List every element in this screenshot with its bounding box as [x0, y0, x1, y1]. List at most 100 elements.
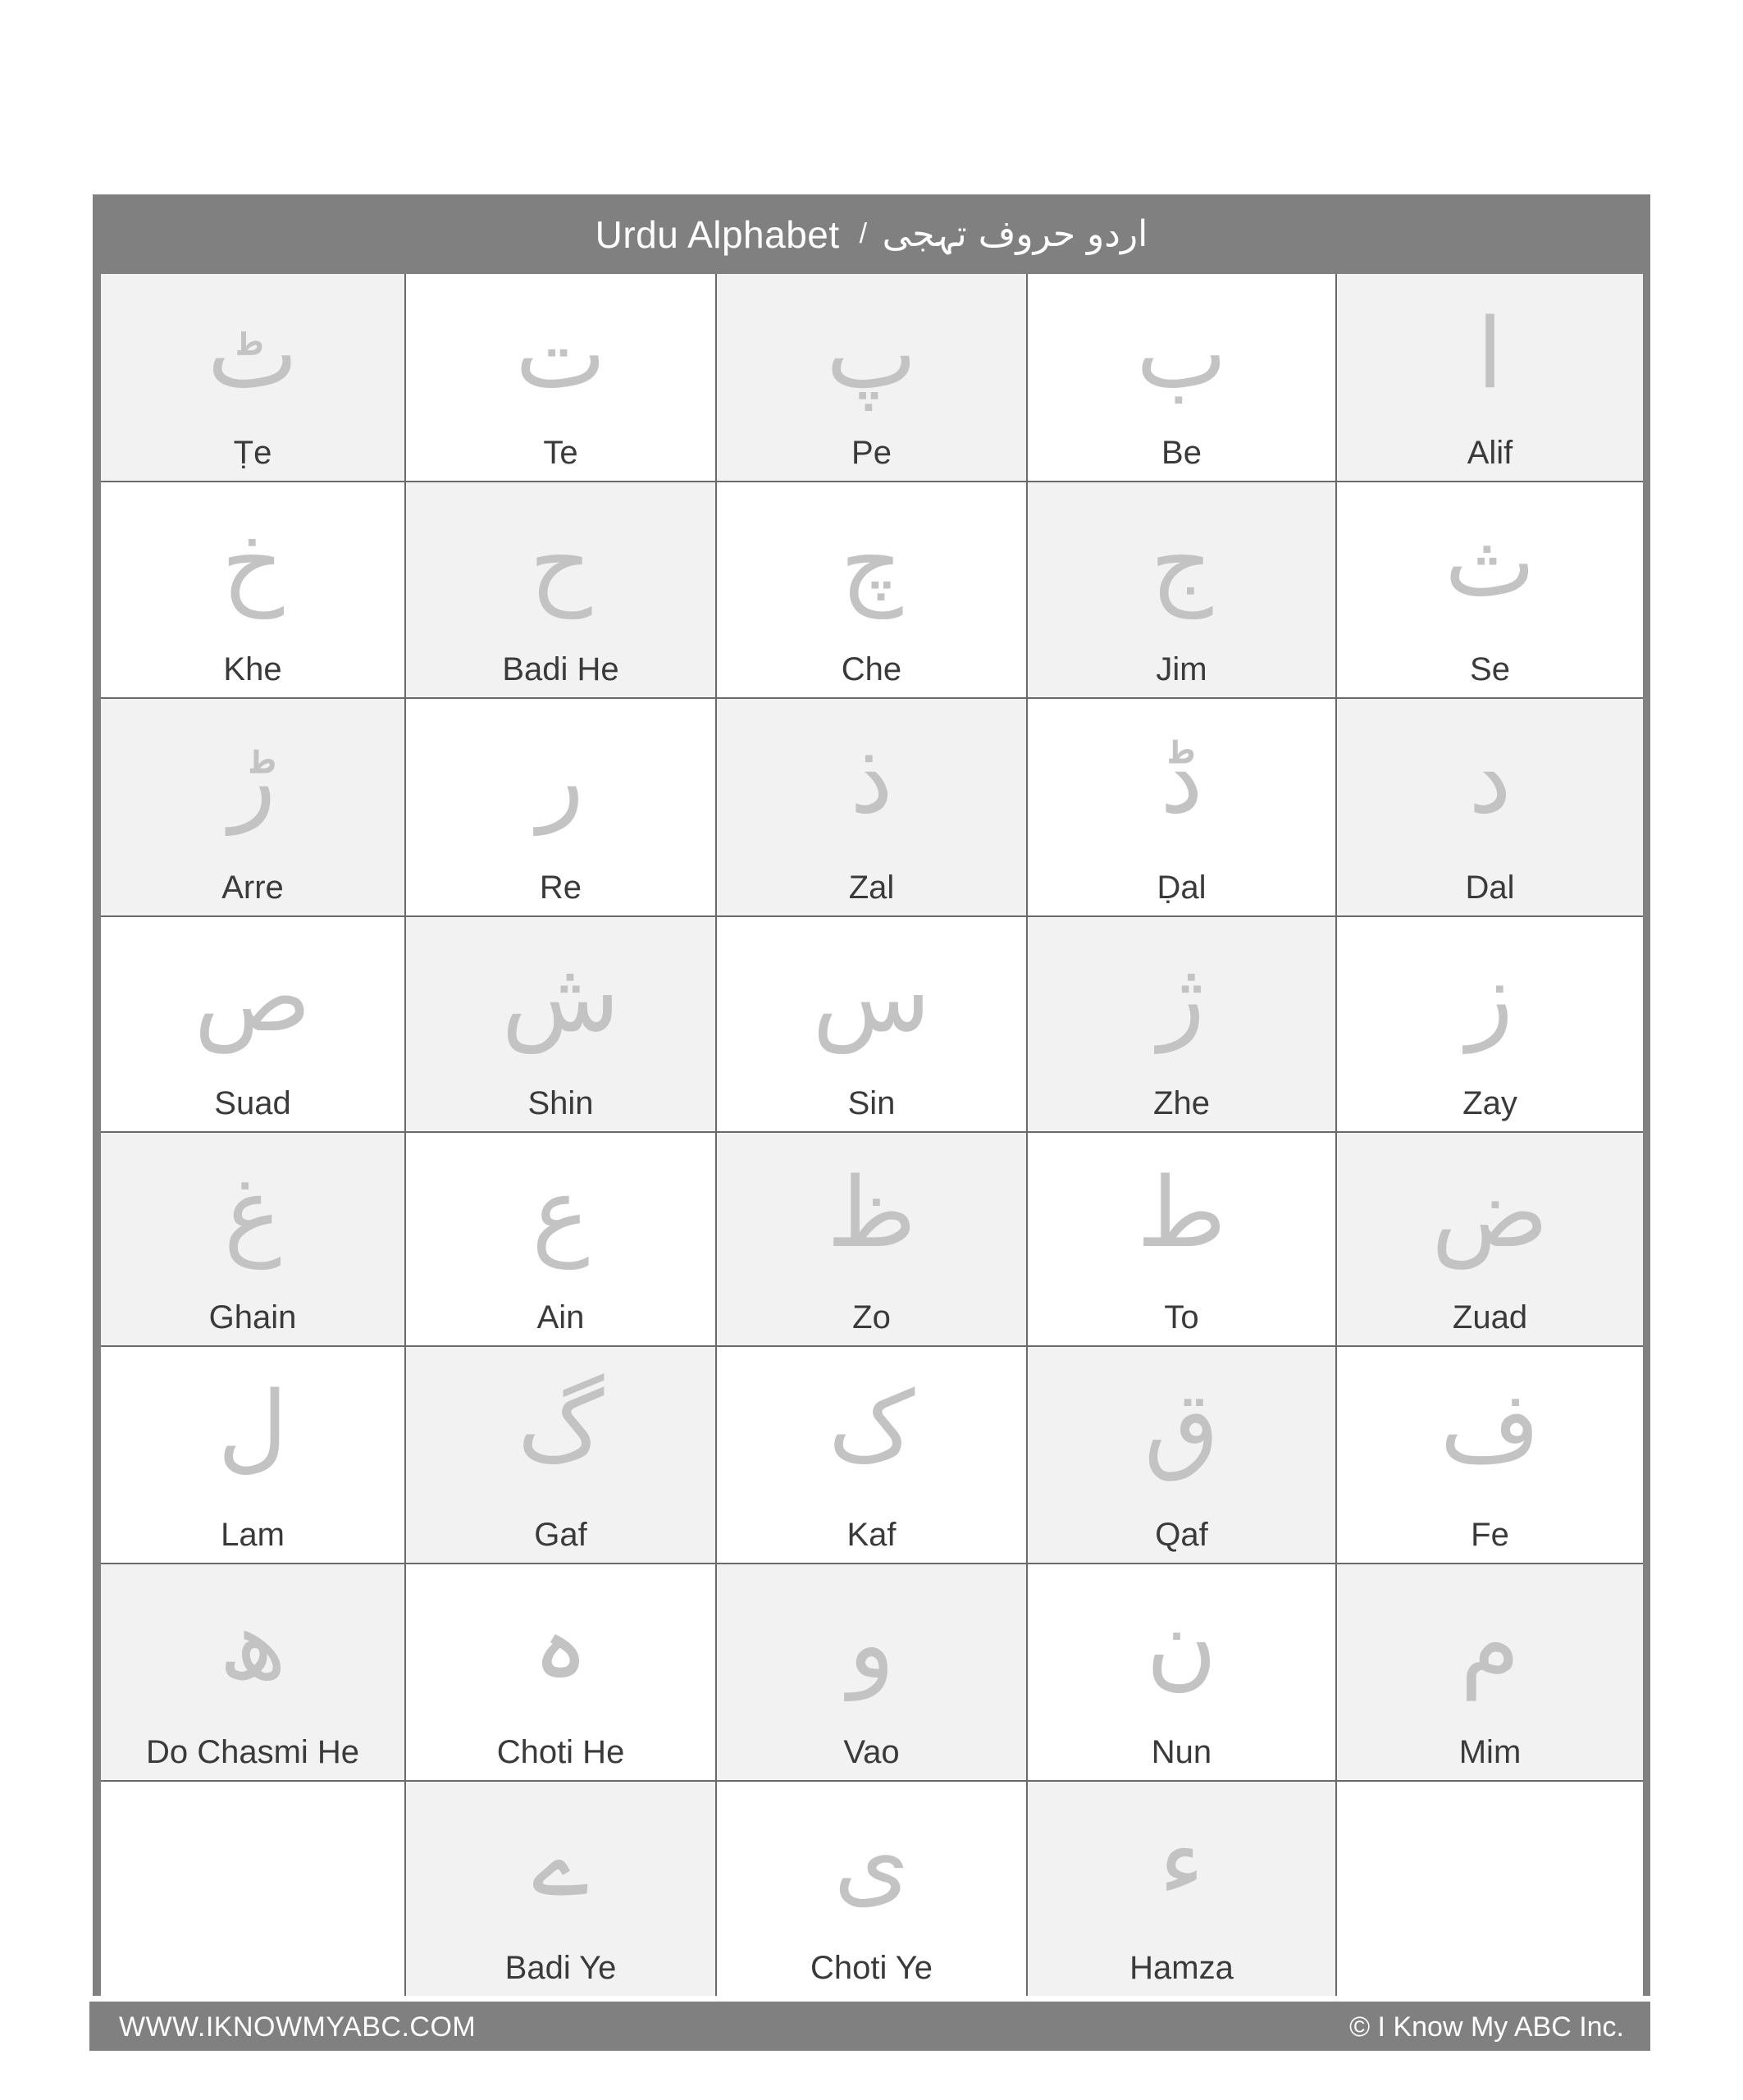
letter-card: م Mim	[1337, 1564, 1643, 1782]
letter-name: Zo	[852, 1299, 891, 1335]
letter-card: ش Shin	[406, 917, 717, 1133]
urdu-letter: ی	[833, 1805, 910, 1918]
letter-card: ث Se	[1337, 482, 1643, 699]
letter-name: Be	[1161, 435, 1202, 471]
letter-name: Te	[543, 435, 578, 471]
letter-card: ی Choti Ye	[717, 1782, 1028, 1996]
letter-card: ذ Zal	[717, 699, 1028, 917]
letter-name: To	[1164, 1299, 1199, 1335]
urdu-letter: ے	[532, 1805, 590, 1918]
letter-name: Zay	[1462, 1085, 1517, 1121]
letter-card: ب Be	[1028, 274, 1337, 482]
urdu-letter: س	[812, 940, 931, 1053]
urdu-letter: د	[1468, 722, 1512, 835]
page-title: Urdu Alphabet / اردو حروف تہجی	[93, 194, 1650, 274]
urdu-letter: م	[1459, 1587, 1521, 1701]
title-english: Urdu Alphabet	[595, 212, 840, 256]
letter-name: Ḍal	[1157, 870, 1207, 906]
letter-name: Gaf	[534, 1517, 587, 1553]
urdu-letter: ح	[529, 505, 592, 619]
urdu-letter: و	[848, 1587, 895, 1701]
letter-card: ٹ Ṭe	[101, 274, 406, 482]
urdu-letter: ص	[194, 940, 312, 1053]
letter-card: ظ Zo	[717, 1133, 1028, 1347]
letter-name: Hamza	[1129, 1950, 1234, 1986]
letter-card: چ Che	[717, 482, 1028, 699]
urdu-letter: ا	[1476, 297, 1503, 410]
urdu-letter: ز	[1467, 940, 1513, 1053]
letter-card: ژ Zhe	[1028, 917, 1337, 1133]
footer: WWW.IKNOWMYABC.COM © I Know My ABC Inc.	[89, 2002, 1650, 2051]
urdu-letter: ظ	[826, 1156, 917, 1269]
letter-card: ر Re	[406, 699, 717, 917]
letter-name: Qaf	[1155, 1517, 1208, 1553]
urdu-letter: ب	[1135, 297, 1228, 410]
letter-card: ل Lam	[101, 1347, 406, 1564]
letter-card: ڑ Arre	[101, 699, 406, 917]
letter-name: Zuad	[1452, 1299, 1528, 1335]
letter-card: ض Zuad	[1337, 1133, 1643, 1347]
letter-card: پ Pe	[717, 274, 1028, 482]
letter-name: Se	[1470, 651, 1510, 687]
letter-card: ز Zay	[1337, 917, 1643, 1133]
letter-name: Che	[841, 651, 902, 687]
empty-cell	[1337, 1782, 1643, 1996]
urdu-letter: گ	[517, 1370, 605, 1483]
urdu-letter: ژ	[1158, 940, 1205, 1053]
letter-card: ہ Choti He	[406, 1564, 717, 1782]
urdu-letter: ض	[1431, 1156, 1549, 1269]
letter-card: ط To	[1028, 1133, 1337, 1347]
letter-name: Ṭe	[233, 435, 272, 471]
title-urdu: اردو حروف تہجی	[882, 213, 1148, 255]
letter-card: ع Ain	[406, 1133, 717, 1347]
urdu-letter	[101, 1792, 404, 1931]
urdu-letter: ک	[828, 1370, 915, 1483]
urdu-letter: ر	[537, 722, 584, 835]
urdu-letter: ق	[1143, 1370, 1220, 1483]
urdu-letter	[1337, 1792, 1643, 1931]
letter-card: ا Alif	[1337, 274, 1643, 482]
urdu-letter: خ	[221, 505, 285, 619]
letter-card: ھ Do Chasmi He	[101, 1564, 406, 1782]
website-link[interactable]: WWW.IKNOWMYABC.COM	[119, 2011, 476, 2043]
letter-name: Do Chasmi He	[145, 1734, 360, 1770]
letter-card: و Vao	[717, 1564, 1028, 1782]
letter-name: Khe	[223, 651, 282, 687]
letter-card: ف Fe	[1337, 1347, 1643, 1564]
letter-name: Re	[539, 870, 582, 906]
letter-card: ت Te	[406, 274, 717, 482]
letter-name: Lam	[221, 1517, 285, 1553]
letter-name: Alif	[1467, 435, 1513, 471]
letter-name: Vao	[843, 1734, 900, 1770]
letter-card: س Sin	[717, 917, 1028, 1133]
title-separator: /	[859, 218, 868, 249]
urdu-letter: ف	[1440, 1370, 1540, 1483]
letter-card: ج Jim	[1028, 482, 1337, 699]
urdu-letter: ن	[1146, 1587, 1217, 1701]
letter-card: ح Badi He	[406, 482, 717, 699]
urdu-letter: ڑ	[229, 722, 276, 835]
letter-card: خ Khe	[101, 482, 406, 699]
letter-card: ء Hamza	[1028, 1782, 1337, 1996]
urdu-letter: ذ	[850, 722, 893, 835]
letter-card: گ Gaf	[406, 1347, 717, 1564]
letter-name: Sin	[847, 1085, 896, 1121]
urdu-letter: چ	[840, 505, 903, 619]
alphabet-grid: ٹ Ṭe ت Te پ Pe ب Be ا Alif خ Khe ح Badi He چ Che ج Jim ث Se…	[101, 274, 1643, 1996]
letter-card: ک Kaf	[717, 1347, 1028, 1564]
urdu-letter: ٹ	[207, 297, 299, 410]
urdu-letter: ڈ	[1160, 722, 1203, 835]
empty-cell	[101, 1782, 406, 1996]
urdu-letter: ش	[501, 940, 620, 1053]
urdu-letter: ہ	[532, 1587, 590, 1701]
letter-card: ن Nun	[1028, 1564, 1337, 1782]
letter-card: د Dal	[1337, 699, 1643, 917]
letter-name: Ain	[536, 1299, 585, 1335]
letter-card: ص Suad	[101, 917, 406, 1133]
letter-name: Mim	[1458, 1734, 1522, 1770]
urdu-letter: ل	[217, 1370, 288, 1483]
letter-name: Shin	[527, 1085, 594, 1121]
urdu-letter: ث	[1444, 505, 1536, 619]
urdu-letter: ط	[1136, 1156, 1227, 1269]
urdu-letter: ت	[514, 297, 607, 410]
